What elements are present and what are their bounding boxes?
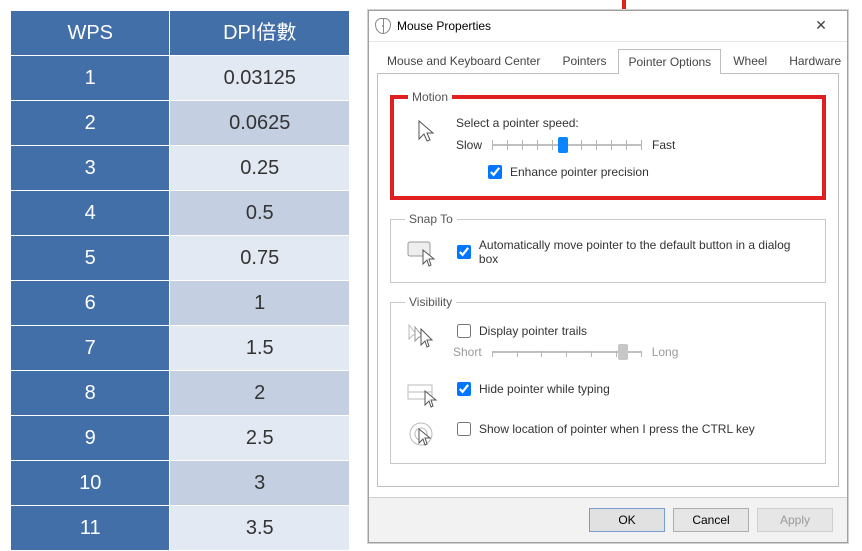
tab-bar: Mouse and Keyboard Center Pointers Point… xyxy=(369,42,847,73)
pointer-trails-slider: Short Long xyxy=(453,345,811,359)
enhance-precision-checkbox[interactable]: Enhance pointer precision xyxy=(484,162,808,182)
table-row: 92.5 xyxy=(11,416,350,461)
table-row: 30.25 xyxy=(11,146,350,191)
tab-wheel[interactable]: Wheel xyxy=(723,48,777,73)
tab-pointer-options[interactable]: Pointer Options xyxy=(618,49,721,74)
col-header-wps: WPS xyxy=(11,11,170,56)
mouse-icon xyxy=(375,18,391,34)
ok-button[interactable]: OK xyxy=(589,508,665,532)
pointer-trails-checkbox[interactable]: Display pointer trails xyxy=(453,321,811,341)
slider-thumb-icon[interactable] xyxy=(558,137,568,153)
table-row: 10.03125 xyxy=(11,56,350,101)
group-motion: Motion Select a pointer speed: Slow xyxy=(390,90,826,200)
short-label: Short xyxy=(453,345,482,359)
tab-activities[interactable]: Activities xyxy=(853,48,862,73)
pointer-speed-slider[interactable]: Slow Fast xyxy=(456,138,808,152)
titlebar: Mouse Properties ✕ xyxy=(369,11,847,42)
tab-body: Motion Select a pointer speed: Slow xyxy=(377,73,839,487)
cancel-button[interactable]: Cancel xyxy=(673,508,749,532)
slider-thumb-icon xyxy=(618,344,628,360)
group-visibility: Visibility Display p xyxy=(390,295,826,464)
hide-typing-icon xyxy=(405,379,441,409)
table-header-row: WPS DPI倍數 xyxy=(11,11,350,56)
legend-visibility: Visibility xyxy=(405,295,456,309)
table-row: 113.5 xyxy=(11,506,350,551)
table-row: 50.75 xyxy=(11,236,350,281)
group-snap-to: Snap To Automatically move pointer to xyxy=(390,212,826,283)
close-button[interactable]: ✕ xyxy=(801,15,841,37)
tab-pointers[interactable]: Pointers xyxy=(552,48,616,73)
pointer-speed-icon xyxy=(408,116,444,146)
wps-dpi-table: WPS DPI倍數 10.03125 20.0625 30.25 40.5 50… xyxy=(10,10,350,551)
slow-label: Slow xyxy=(456,138,482,152)
col-header-dpi: DPI倍數 xyxy=(170,11,350,56)
fast-label: Fast xyxy=(652,138,675,152)
table-row: 71.5 xyxy=(11,326,350,371)
tab-hardware[interactable]: Hardware xyxy=(779,48,851,73)
legend-snap-to: Snap To xyxy=(405,212,457,226)
snap-to-icon xyxy=(405,238,441,268)
table-row: 82 xyxy=(11,371,350,416)
mouse-properties-dialog: Mouse Properties ✕ Mouse and Keyboard Ce… xyxy=(368,10,848,543)
table-row: 61 xyxy=(11,281,350,326)
legend-motion: Motion xyxy=(408,90,452,104)
tab-mouse-keyboard-center[interactable]: Mouse and Keyboard Center xyxy=(377,48,550,73)
ctrl-locate-icon xyxy=(405,419,441,449)
apply-button: Apply xyxy=(757,508,833,532)
table-row: 103 xyxy=(11,461,350,506)
pointer-trails-icon xyxy=(405,321,441,351)
long-label: Long xyxy=(652,345,679,359)
hide-while-typing-checkbox[interactable]: Hide pointer while typing xyxy=(453,379,811,399)
snap-to-checkbox[interactable]: Automatically move pointer to the defaul… xyxy=(453,238,811,266)
button-bar: OK Cancel Apply xyxy=(369,497,847,542)
table-row: 40.5 xyxy=(11,191,350,236)
speed-label: Select a pointer speed: xyxy=(456,116,808,130)
window-title: Mouse Properties xyxy=(397,19,491,33)
table-row: 20.0625 xyxy=(11,101,350,146)
show-location-ctrl-checkbox[interactable]: Show location of pointer when I press th… xyxy=(453,419,811,439)
